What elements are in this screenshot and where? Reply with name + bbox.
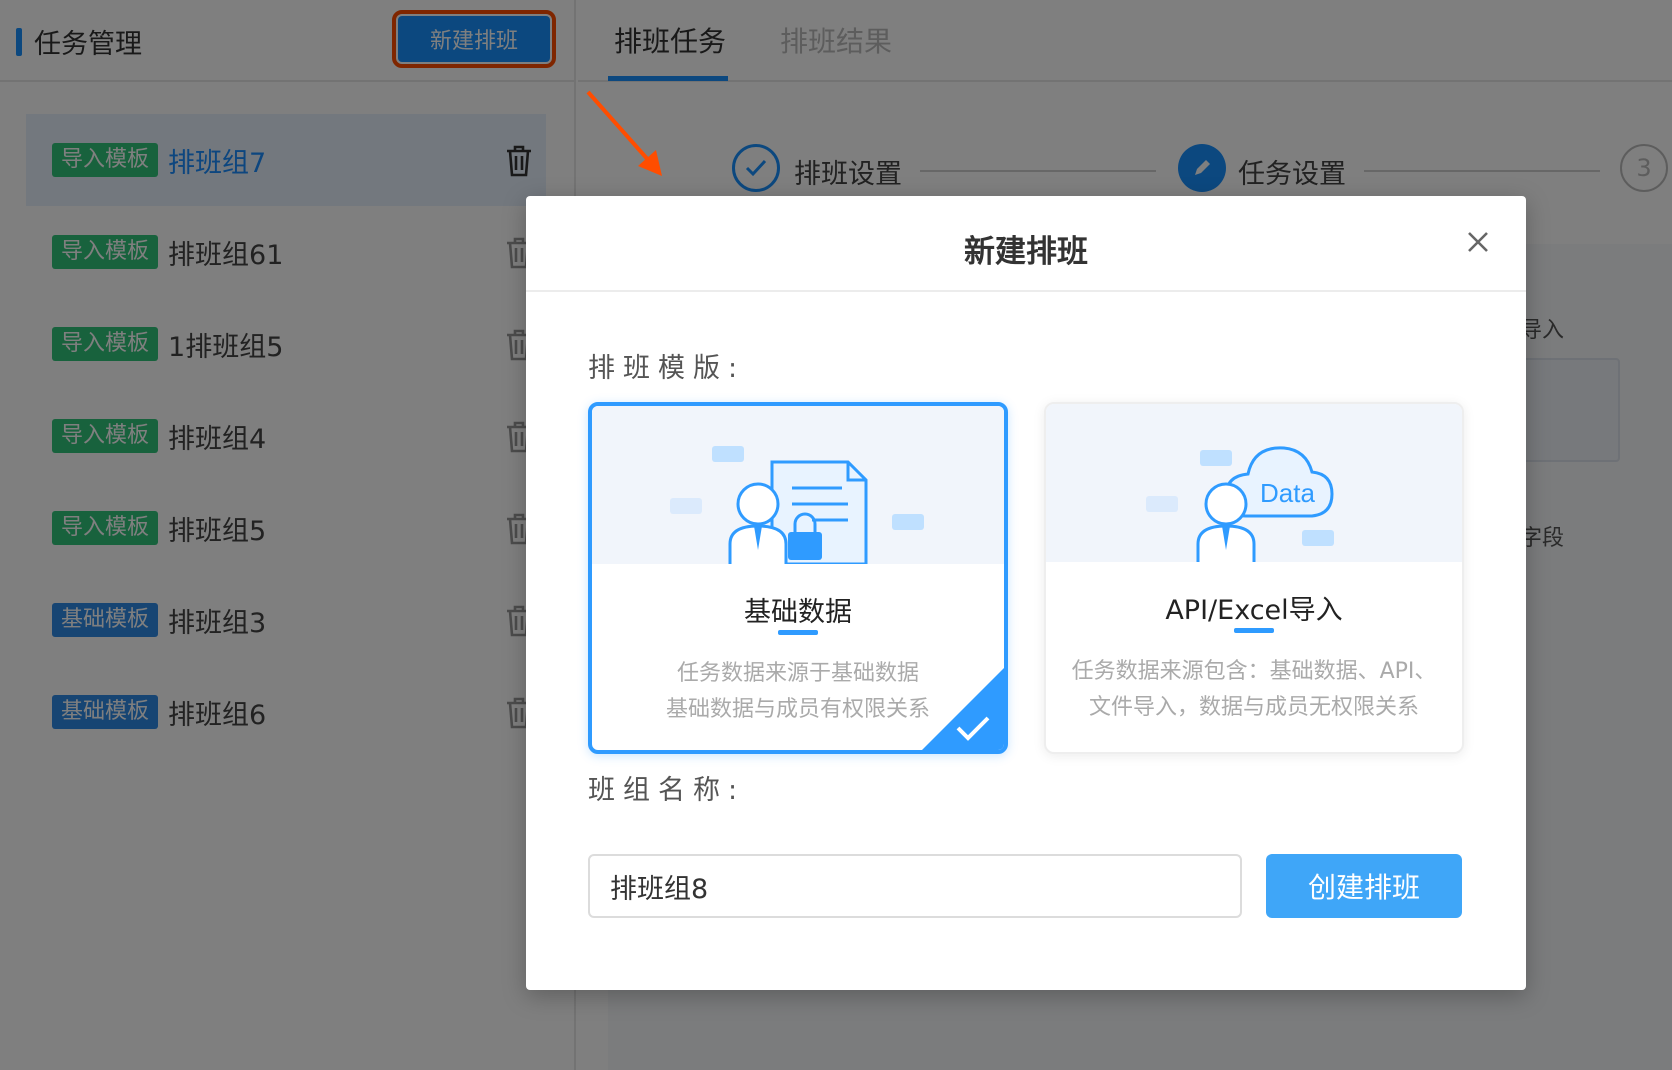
document-lock-icon [670, 446, 924, 566]
template-card-basic[interactable]: 基础数据 任务数据来源于基础数据 基础数据与成员有权限关系 [588, 402, 1008, 754]
dialog-header: 新建排班 [526, 196, 1526, 292]
card-illustration [592, 406, 1004, 566]
selected-check-icon [922, 668, 1004, 750]
annotation-arrow-icon [586, 90, 662, 176]
group-name-label: 班组名称: [588, 775, 746, 806]
card-description: 任务数据来源包含：基础数据、API、 文件导入，数据与成员无权限关系 [1046, 654, 1462, 726]
svg-text:Data: Data [1260, 478, 1315, 508]
card-title: API/Excel导入 [1165, 595, 1343, 626]
card-title-underline [1234, 628, 1274, 633]
card-illustration: Data [1046, 404, 1462, 562]
close-icon[interactable] [1466, 230, 1490, 254]
create-schedule-button[interactable]: 创建排班 [1266, 854, 1462, 918]
new-schedule-dialog: 新建排班 排班模版: 基础数据 任务数据来源于基础数据 基础数据与成员有权限关系… [526, 196, 1526, 990]
template-label: 排班模版: [588, 353, 746, 384]
template-card-api-excel[interactable]: Data API/Excel导入 任务数据来源包含：基础数据、API、 文件导入… [1044, 402, 1464, 754]
card-title-underline [778, 630, 818, 635]
group-name-input[interactable] [588, 854, 1242, 918]
card-title: 基础数据 [744, 597, 852, 628]
card-desc-line: 任务数据来源包含：基础数据、API、 [1071, 659, 1437, 684]
dialog-title: 新建排班 [964, 234, 1088, 270]
cloud-data-icon: Data [1146, 446, 1334, 562]
card-desc-line: 文件导入，数据与成员无权限关系 [1088, 695, 1419, 720]
